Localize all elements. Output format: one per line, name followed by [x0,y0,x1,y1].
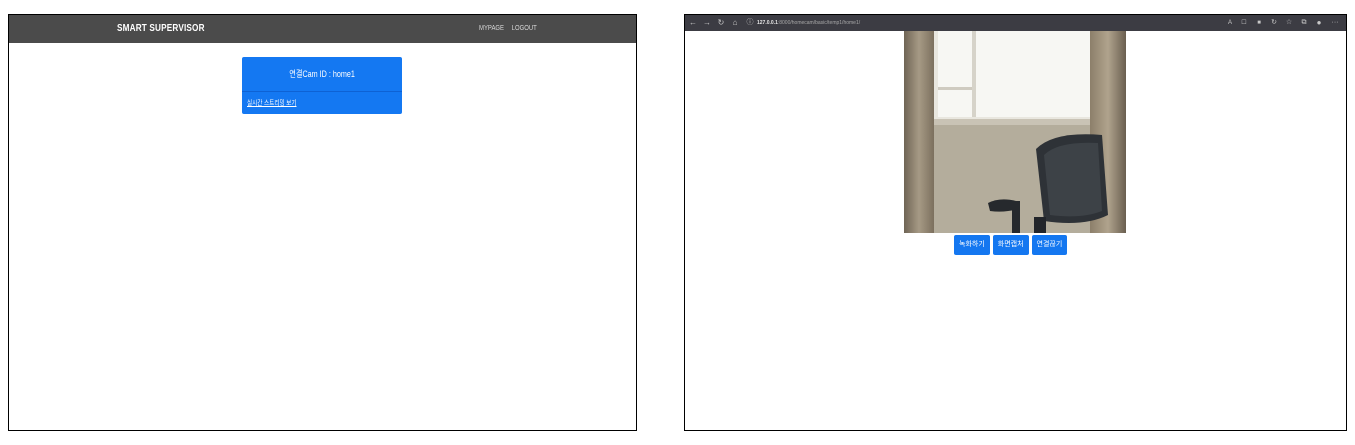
read-aloud-icon[interactable]: A [1225,15,1235,31]
profile-icon[interactable]: ● [1314,15,1324,31]
address-path: :8000/homecam/basic/temp1/home1/ [777,20,861,26]
reload-icon[interactable]: ↻ [716,15,726,31]
more-icon[interactable]: ··· [1330,15,1340,31]
cam-card: 연결Cam ID : home1 실시간 스트리밍 보기 [242,57,402,114]
forward-icon[interactable]: → [702,15,712,31]
cam-card-header: 연결Cam ID : home1 [242,57,402,92]
info-icon[interactable]: ⓘ [745,15,755,31]
mypage-link[interactable]: MYPAGE [479,25,504,32]
live-streaming-link[interactable]: 실시간 스트리밍 보기 [247,98,296,108]
collections-icon[interactable]: ⧉ [1299,15,1309,31]
refresh-icon[interactable]: ↻ [1269,15,1279,31]
nav-links: MYPAGE LOGOUT [479,15,543,43]
address-host: 127.0.0.1 [757,20,778,26]
left-screenshot: SMART SUPERVISOR MYPAGE LOGOUT 연결Cam ID … [8,14,637,431]
cam-id-label: 연결Cam ID : home1 [289,69,355,79]
right-screenshot: ← → ↻ ⌂ ⓘ 127.0.0.1:8000/homecam/basic/t… [684,14,1347,431]
address-bar[interactable]: 127.0.0.1:8000/homecam/basic/temp1/home1… [757,15,860,31]
screen-capture-button[interactable]: 화면캡처 [992,235,1029,255]
browser-toolbar: ← → ↻ ⌂ ⓘ 127.0.0.1:8000/homecam/basic/t… [685,15,1346,31]
control-buttons: 녹화하기 화면캡처 연결끊기 [954,235,1070,255]
favorites-icon[interactable]: ☆ [1284,15,1294,31]
extension-icon[interactable]: ■ [1254,15,1264,31]
record-button[interactable]: 녹화하기 [954,235,990,255]
brand-logo[interactable]: SMART SUPERVISOR [117,15,205,43]
translate-icon[interactable]: ☐ [1239,15,1249,31]
logout-link[interactable]: LOGOUT [512,25,537,32]
disconnect-button[interactable]: 연결끊기 [1031,235,1068,255]
home-icon[interactable]: ⌂ [730,15,740,31]
navbar: SMART SUPERVISOR MYPAGE LOGOUT [9,15,636,43]
camera-stream-video [904,31,1126,233]
back-icon[interactable]: ← [688,15,698,31]
room-camera-image [904,31,1126,233]
